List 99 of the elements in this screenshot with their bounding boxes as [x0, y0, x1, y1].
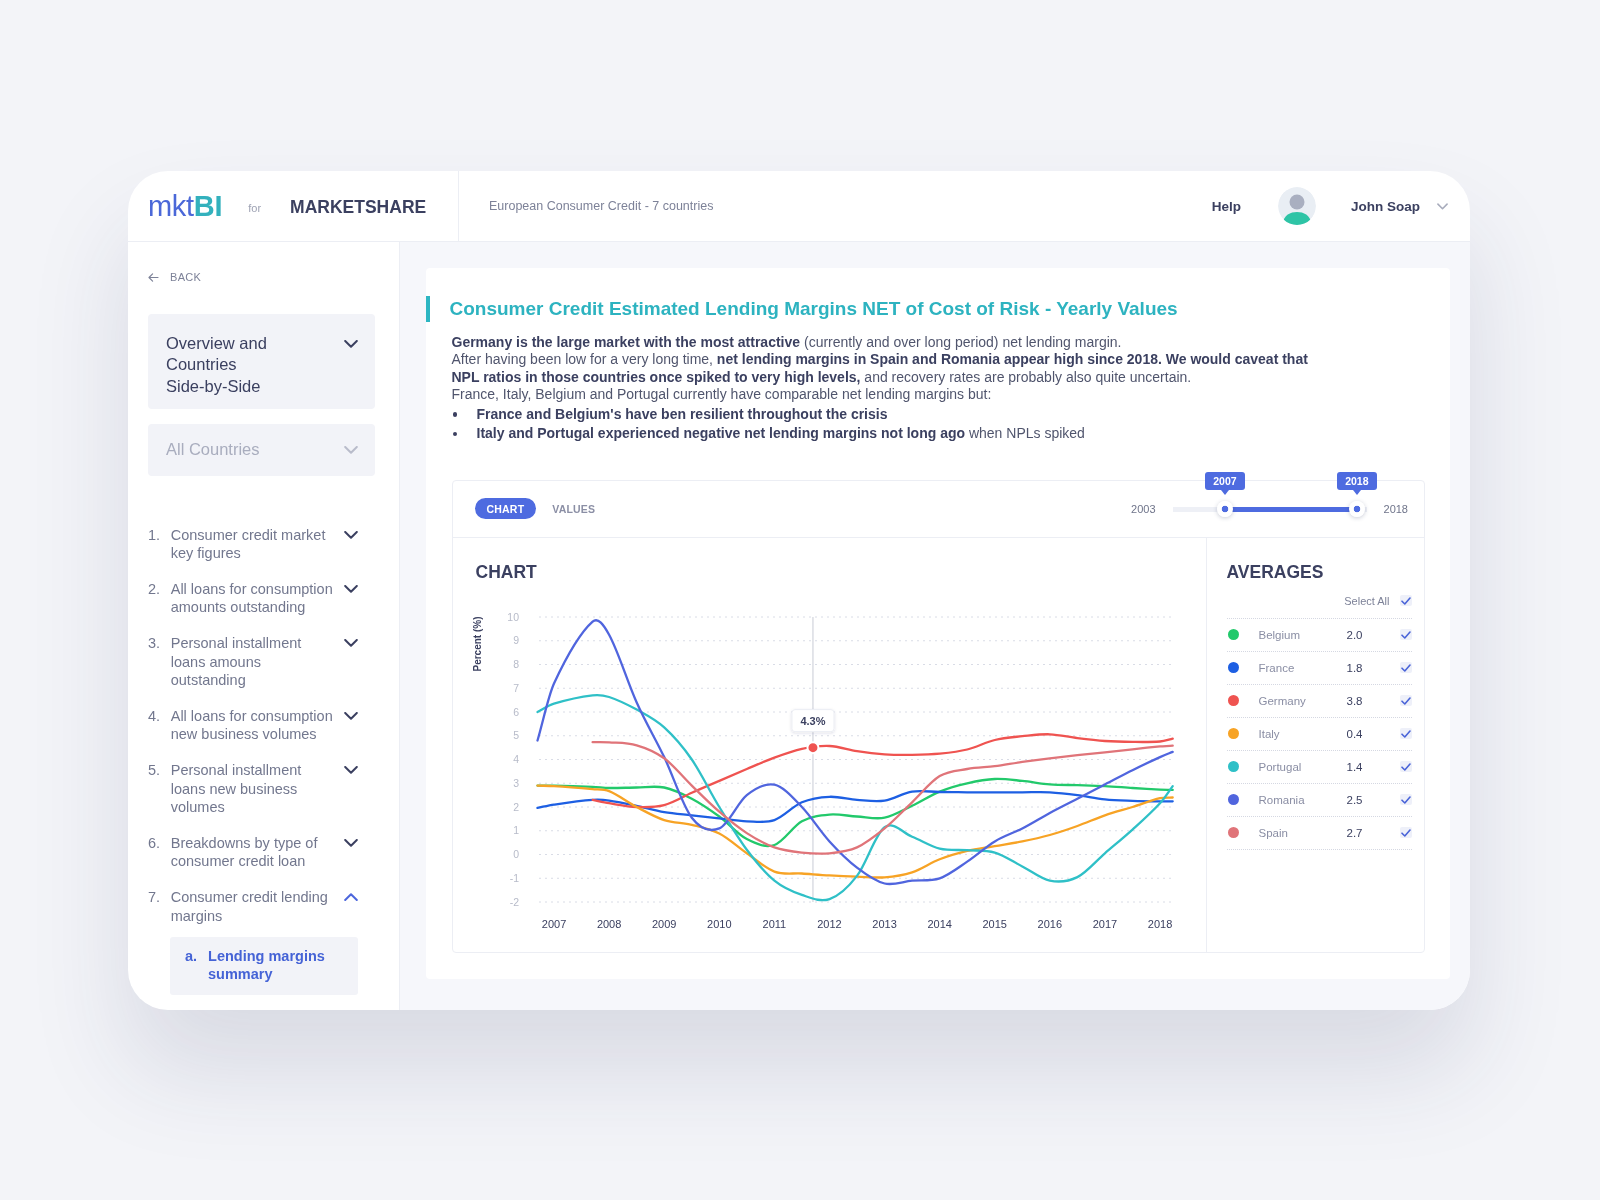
- chart-title: CHART: [475, 561, 538, 582]
- checkbox[interactable]: [1399, 794, 1412, 806]
- average-value: 1.8: [1346, 661, 1364, 674]
- chevron-down-icon: [344, 445, 358, 454]
- average-value: 1.4: [1346, 760, 1364, 773]
- axis-title: Percent (%): [471, 616, 482, 672]
- country-name: Spain: [1258, 826, 1289, 839]
- checkbox[interactable]: [1399, 595, 1412, 607]
- axis-tick-label: 5: [512, 729, 519, 742]
- range-min-label: 2003: [1131, 502, 1156, 515]
- average-value: 2.0: [1346, 628, 1364, 641]
- handle-value-label: 2007: [1204, 471, 1245, 495]
- axis-tick-label: 2016: [1037, 917, 1062, 930]
- page-title: Consumer Credit Estimated Lending Margins NET of Cost of Risk - Yearly Values: [425, 296, 1425, 322]
- checkmark-icon: [1400, 729, 1411, 738]
- country-name: France: [1258, 661, 1296, 674]
- checkbox[interactable]: [1399, 662, 1412, 674]
- country-name: Portugal: [1258, 760, 1303, 773]
- bullet-icon: [452, 431, 457, 437]
- axis-tick-label: 2: [512, 800, 519, 813]
- description-text: Germany is the large market with the most attractive (currently and over long period) net lending margin.: [451, 333, 1123, 352]
- product-name: MARKETSHARE: [290, 196, 427, 218]
- slider-handle[interactable]: [1216, 501, 1233, 518]
- nav-item[interactable]: 4. All loans for consumption new business volumes: [148, 706, 358, 744]
- logo-subtext: for: [248, 202, 262, 214]
- average-value: 3.8: [1346, 694, 1364, 707]
- checkmark-icon: [1400, 795, 1411, 804]
- axis-tick-label: -2: [509, 895, 519, 908]
- description-text: France, Italy, Belgium and Portugal currently have comparable net lending margins but:: [451, 386, 993, 404]
- country-name: Germany: [1258, 694, 1307, 707]
- nav-item[interactable]: 7. Consumer credit lending margins: [148, 887, 358, 926]
- country-name: Romania: [1258, 793, 1306, 806]
- axis-tick-label: 2014: [926, 917, 952, 930]
- checkmark-icon: [1400, 828, 1411, 837]
- description-text: After having been low for a very long time, net lending margins in Spain and Romania appear high since 2018. We would caveat that NPL ratios in those countries once spiked to very high levels, and recovery rates are probably also quite uncertain.: [451, 351, 1309, 387]
- user-menu-button[interactable]: John Soap: [1351, 198, 1448, 214]
- chevron-down-icon: [344, 340, 358, 348]
- axis-tick-label: 2007: [541, 917, 566, 930]
- axis-tick-label: 2010: [706, 917, 732, 930]
- axis-tick-label: 2012: [816, 917, 842, 930]
- axis-tick-label: 2017: [1092, 917, 1117, 930]
- axis-tick-label: 2013: [871, 917, 897, 930]
- nav-item[interactable]: 5. Personal installment loans new business volumes: [148, 760, 358, 817]
- axis-tick-label: 4: [512, 752, 519, 765]
- axis-tick-label: -1: [509, 871, 519, 884]
- nav-item[interactable]: 3. Personal installment loans amouns outstanding: [148, 634, 358, 690]
- axis-tick-label: 8: [512, 657, 519, 670]
- range-max-label: 2018: [1383, 502, 1408, 515]
- nav-item[interactable]: 1. Consumer credit market key figures: [148, 525, 358, 563]
- dropdown-select[interactable]: Overview and Countries Side-by-Side: [148, 314, 375, 410]
- view-tab[interactable]: VALUES: [540, 498, 608, 520]
- axis-tick-label: 2009: [651, 917, 676, 930]
- average-value: 0.4: [1346, 727, 1364, 740]
- axis-tick-label: 10: [506, 610, 519, 623]
- dataset-title: European Consumer Credit - 7 countries: [489, 199, 714, 213]
- arrow-left-icon: [148, 272, 159, 282]
- axis-tick-label: 3: [512, 776, 519, 789]
- axis-tick-label: 7: [512, 681, 519, 694]
- value-tooltip: 4.3%: [790, 708, 834, 732]
- avatar-icon: [1278, 187, 1316, 225]
- checkmark-icon: [1400, 696, 1411, 705]
- app-logo: mktBI: [148, 189, 223, 223]
- data-point-marker: [805, 740, 819, 754]
- back-link[interactable]: BACK: [148, 270, 202, 284]
- nav-item[interactable]: 2. All loans for consumption amounts outstanding: [148, 579, 358, 617]
- view-tab[interactable]: CHART: [474, 498, 537, 520]
- axis-tick-label: 2011: [762, 917, 786, 930]
- axis-tick-label: 9: [512, 634, 519, 647]
- bullet-icon: [452, 412, 457, 417]
- checkbox[interactable]: [1399, 827, 1412, 839]
- handle-value-label: 2018: [1336, 471, 1377, 495]
- bullet-text: Italy and Portugal experienced negative net lending margins not long ago when NPLs spiked: [476, 425, 1085, 443]
- axis-tick-label: 2008: [596, 917, 621, 930]
- checkmark-icon: [1400, 596, 1411, 605]
- axis-tick-label: 2018: [1147, 917, 1172, 930]
- axis-tick-label: 1: [512, 824, 519, 837]
- average-value: 2.7: [1346, 826, 1364, 839]
- bullet-text: France and Belgium's have ben resilient throughout the crisis: [476, 405, 888, 424]
- checkbox[interactable]: [1399, 629, 1412, 641]
- axis-tick-label: 2015: [982, 917, 1007, 930]
- nav-item[interactable]: 6. Breakdowns by type of consumer credit loan: [148, 833, 358, 871]
- annotation: 4.3%: [799, 714, 826, 727]
- country-name: Italy: [1258, 727, 1281, 740]
- select-all-label: Select All: [1344, 594, 1390, 607]
- checkbox[interactable]: [1399, 761, 1412, 773]
- checkbox[interactable]: [1399, 695, 1412, 707]
- checkmark-icon: [1400, 663, 1411, 672]
- checkmark-icon: [1400, 630, 1411, 639]
- checkbox[interactable]: [1399, 728, 1412, 740]
- average-value: 2.5: [1346, 793, 1364, 806]
- averages-title: AVERAGES: [1226, 561, 1325, 582]
- axis-tick-label: 0: [512, 847, 519, 860]
- nav-subitem[interactable]: a. Lending margins summary: [170, 937, 358, 995]
- country-name: Belgium: [1258, 628, 1302, 641]
- slider-handle[interactable]: [1348, 501, 1365, 518]
- help-link[interactable]: Help: [1211, 198, 1241, 214]
- axis-tick-label: 6: [512, 705, 519, 718]
- checkmark-icon: [1400, 762, 1411, 771]
- chevron-down-icon: [1437, 202, 1448, 210]
